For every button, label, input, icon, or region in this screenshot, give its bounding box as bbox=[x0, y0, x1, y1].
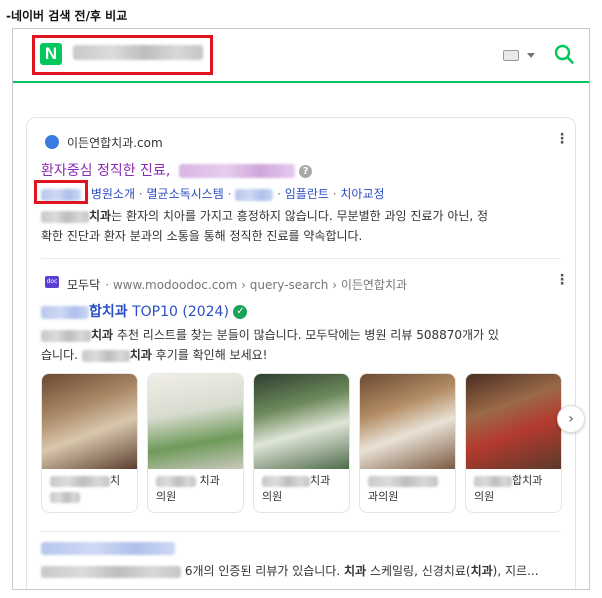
result3-text-a: 6개의 인증된 리뷰가 있습니다. bbox=[184, 564, 341, 578]
hospital-image-card[interactable]: 치 bbox=[41, 373, 138, 513]
desc-blurred bbox=[41, 565, 181, 578]
result3-title-blurred[interactable] bbox=[41, 542, 175, 555]
desc-line2b: 후기를 확인해 보세요! bbox=[151, 348, 268, 362]
image-label: 치 bbox=[42, 469, 137, 509]
hospital-image-card[interactable]: 합치과 의원 bbox=[465, 373, 562, 513]
separator: · bbox=[332, 187, 337, 201]
more-options-icon[interactable]: ⋮ bbox=[555, 131, 569, 147]
result1-site-name[interactable]: 이든연합치과.com bbox=[67, 134, 163, 151]
hospital-image-card[interactable]: 치과 의원 bbox=[147, 373, 244, 513]
more-options-icon[interactable]: ⋮ bbox=[555, 272, 569, 288]
highlight-box-query bbox=[32, 35, 213, 75]
sitelink-implant[interactable]: 임플란트 bbox=[285, 187, 329, 201]
result1-description: 치과는 환자의 치아를 가지고 흥정하지 않습니다. 무분별한 과잉 진료가 아… bbox=[41, 206, 563, 246]
title-rest: TOP10 (2024) bbox=[132, 304, 229, 320]
result2-site-name: 모두닥 bbox=[67, 278, 101, 292]
caption: -네이버 검색 전/후 비교 bbox=[6, 9, 128, 23]
result1-title[interactable]: 환자중심 정직한 진료, ? bbox=[41, 160, 313, 180]
result1-title-text: 환자중심 정직한 진료, bbox=[41, 163, 171, 179]
desc-line1: 추천 리스트를 찾는 분들이 많습니다. 모두닥에는 병원 리뷰 508870개… bbox=[113, 328, 499, 342]
hospital-image-card[interactable]: 치과 의원 bbox=[253, 373, 350, 513]
separator: · bbox=[227, 187, 232, 201]
desc-line2a: 습니다. bbox=[41, 348, 78, 362]
separator: · bbox=[138, 187, 143, 201]
search-icon[interactable] bbox=[553, 43, 575, 65]
image-label: 치과 의원 bbox=[156, 474, 220, 503]
result3-description: 6개의 인증된 리뷰가 있습니다. 치과 스케일링, 신경치료(치과), 지르.… bbox=[41, 561, 563, 581]
divider bbox=[41, 531, 561, 532]
desc-blurred bbox=[41, 329, 91, 342]
verified-check-icon: ✓ bbox=[233, 305, 248, 319]
desc-line2: 확한 진단과 환자 분과의 소통을 통해 정직한 진료를 약속합니다. bbox=[41, 229, 363, 243]
keyboard-icon[interactable] bbox=[503, 50, 519, 61]
title-blurred bbox=[41, 305, 89, 319]
sitelink-sterilization[interactable]: 멸균소독시스템 bbox=[146, 187, 223, 201]
clinic-photo bbox=[42, 374, 137, 469]
desc-line1: 는 환자의 치아를 가지고 흥정하지 않습니다. 무분별한 과잉 진료가 아닌,… bbox=[111, 209, 489, 223]
result2-breadcrumb: · www.modoodoc.com › query-search › 이든연합… bbox=[105, 278, 408, 292]
result2-title[interactable]: 합치과 TOP10 (2024) ✓ bbox=[41, 301, 248, 321]
separator: · bbox=[277, 187, 281, 201]
title-bold: 합치과 bbox=[89, 304, 128, 320]
image-label: 합치과 의원 bbox=[474, 474, 543, 503]
clinic-photo bbox=[254, 374, 349, 469]
modoodoc-favicon-icon: doc bbox=[45, 276, 59, 288]
clinic-photo bbox=[360, 374, 455, 469]
sitelink-blurred[interactable] bbox=[235, 188, 274, 201]
result3-text-c: ), 지르... bbox=[492, 564, 539, 578]
desc-blurred bbox=[41, 210, 89, 223]
image-label: 치과 의원 bbox=[262, 474, 331, 503]
hospital-image-card[interactable]: 과의원 bbox=[359, 373, 456, 513]
result3-bold: 치과 bbox=[344, 564, 367, 578]
result1-sitelinks: 병원소개 · 멸균소독시스템 · · 임플란트 · 치아교정 bbox=[41, 185, 385, 202]
result2-source[interactable]: 모두닥 · www.modoodoc.com › query-search › … bbox=[67, 274, 407, 293]
image-label: 과의원 bbox=[360, 469, 455, 509]
desc-bold: 치과 bbox=[89, 209, 112, 223]
desc-bold: 치과 bbox=[91, 328, 114, 342]
results-card: 이든연합치과.com ⋮ 환자중심 정직한 진료, ? 병원소개 · 멸균소독시… bbox=[26, 117, 585, 589]
sitelink-about[interactable]: 병원소개 bbox=[91, 187, 135, 201]
clinic-photo bbox=[148, 374, 243, 469]
site-favicon-icon bbox=[45, 135, 59, 149]
chevron-down-icon[interactable] bbox=[527, 53, 535, 58]
help-icon[interactable]: ? bbox=[299, 164, 313, 178]
result1-title-blurred bbox=[178, 164, 295, 178]
search-bar: N bbox=[13, 29, 589, 83]
desc-blurred bbox=[81, 349, 130, 362]
sitelink-orthodontics[interactable]: 치아교정 bbox=[340, 187, 384, 201]
result3-text-b: 스케일링, 신경치료( bbox=[366, 564, 471, 578]
carousel-next-icon[interactable]: › bbox=[557, 405, 585, 433]
clinic-photo bbox=[466, 374, 561, 469]
divider bbox=[41, 258, 561, 259]
result2-description: 치과 추천 리스트를 찾는 분들이 많습니다. 모두닥에는 병원 리뷰 5088… bbox=[41, 325, 563, 365]
result3-bold: 치과 bbox=[470, 564, 493, 578]
highlight-box-sitelink bbox=[34, 180, 88, 204]
search-screenshot-frame: N 이든연합치과.com ⋮ 환자중심 정직한 진료, ? 병원소개 · 멸균소… bbox=[12, 28, 590, 590]
desc-bold: 치과 bbox=[129, 348, 152, 362]
